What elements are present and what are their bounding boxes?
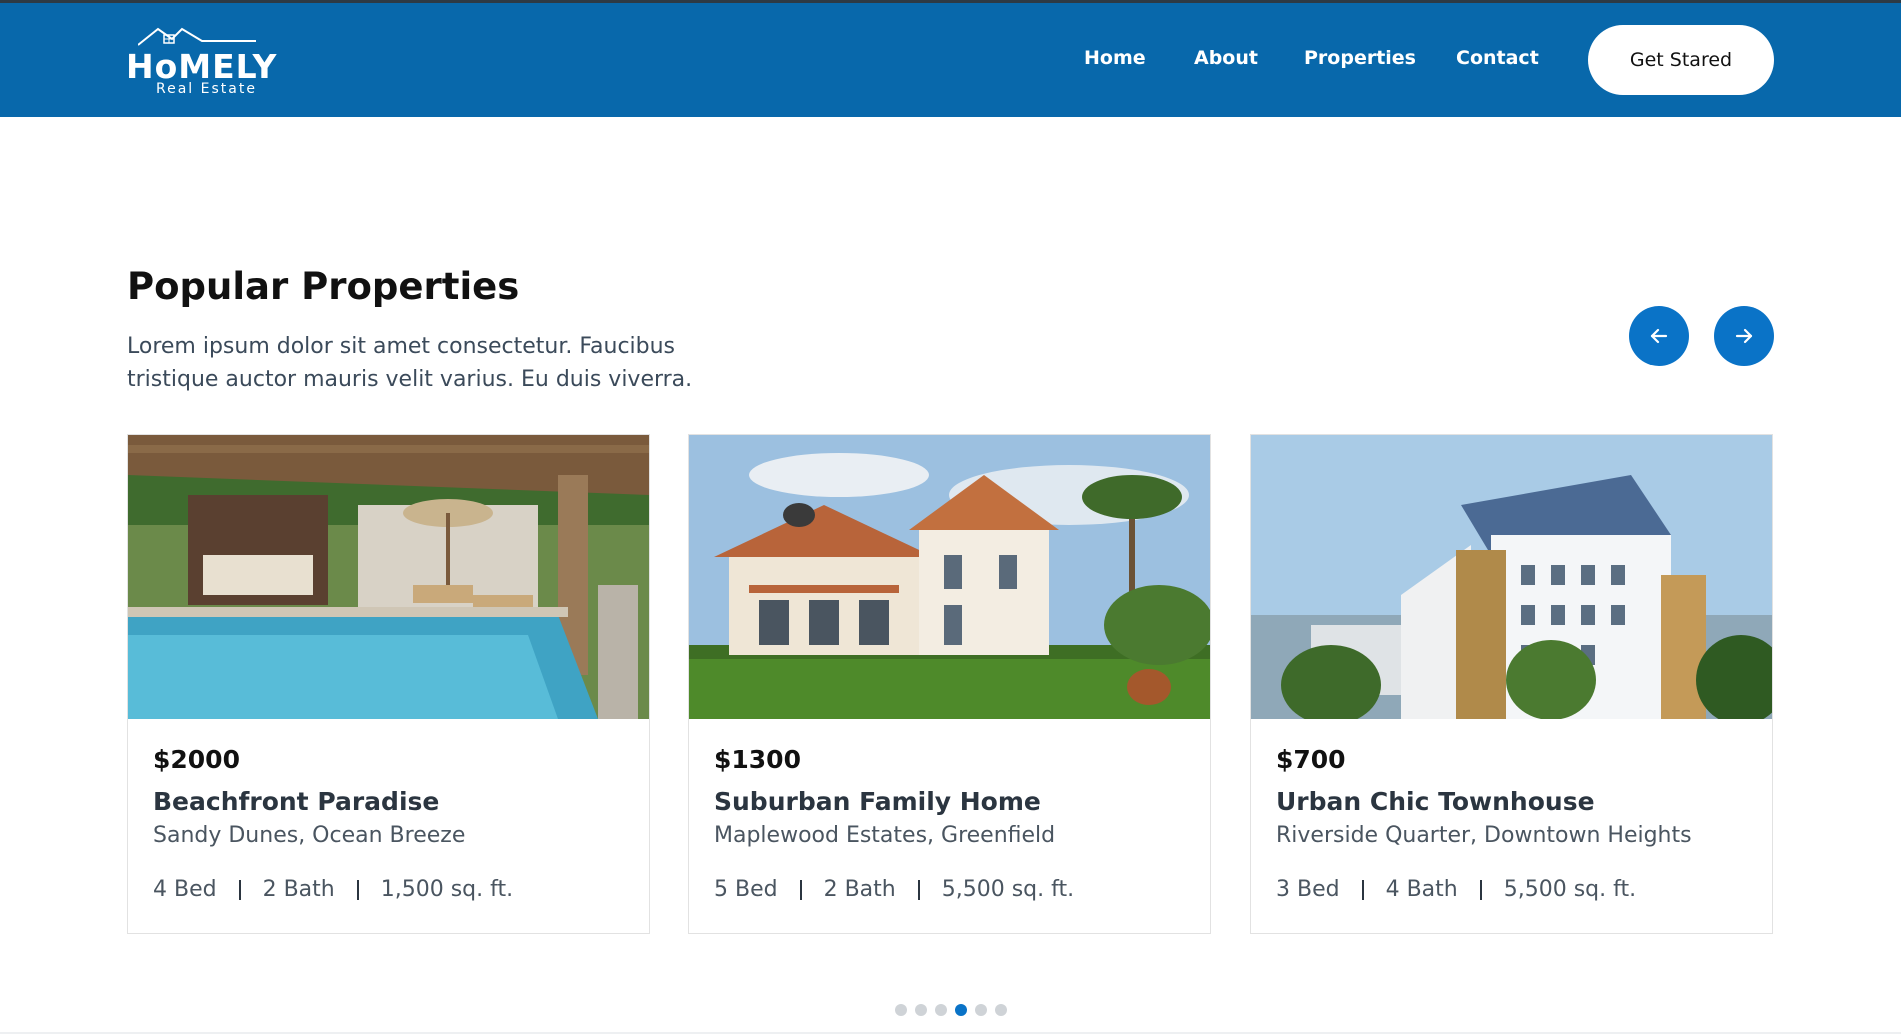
nav-link-contact[interactable]: Contact [1456,47,1539,69]
carousel-dot-5[interactable] [975,1004,987,1016]
property-card[interactable]: $700 Urban Chic Townhouse Riverside Quar… [1250,434,1773,934]
property-area: 5,500 sq. ft. [1503,877,1637,902]
spec-divider [1361,879,1364,900]
property-specs: 4 Bed 2 Bath 1,500 sq. ft. [153,877,513,902]
property-baths: 2 Bath [262,877,335,902]
property-area: 5,500 sq. ft. [941,877,1075,902]
spec-divider [799,879,802,900]
spec-divider [1479,879,1482,900]
carousel-dot-3[interactable] [935,1004,947,1016]
property-photo-pool-villa [128,435,649,719]
arrow-left-icon [1650,328,1668,344]
property-location: Maplewood Estates, Greenfield [714,823,1056,848]
property-price: $700 [1276,745,1346,774]
property-location: Sandy Dunes, Ocean Breeze [153,823,466,848]
carousel-pagination [895,1004,1007,1016]
arrow-right-icon [1735,328,1753,344]
brand-logo[interactable]: HoMELY Real Estate [126,21,276,101]
spec-divider [238,879,241,900]
nav-link-properties[interactable]: Properties [1304,47,1416,69]
nav-link-home[interactable]: Home [1084,47,1146,69]
property-beds: 5 Bed [714,877,778,902]
property-baths: 4 Bath [1385,877,1458,902]
carousel-dot-2[interactable] [915,1004,927,1016]
carousel-prev-button[interactable] [1629,306,1689,366]
spec-divider [917,879,920,900]
brand-tagline: Real Estate [156,81,257,97]
property-name[interactable]: Suburban Family Home [714,787,1041,816]
property-name[interactable]: Beachfront Paradise [153,787,439,816]
get-started-button[interactable]: Get Stared [1588,25,1774,95]
carousel-dot-4[interactable] [955,1004,967,1016]
property-card[interactable]: $2000 Beachfront Paradise Sandy Dunes, O… [127,434,650,934]
property-area: 1,500 sq. ft. [380,877,514,902]
property-name[interactable]: Urban Chic Townhouse [1276,787,1595,816]
nav-link-about[interactable]: About [1194,47,1258,69]
property-baths: 2 Bath [823,877,896,902]
spec-divider [356,879,359,900]
carousel-next-button[interactable] [1714,306,1774,366]
section-title: Popular Properties [127,265,520,308]
property-specs: 5 Bed 2 Bath 5,500 sq. ft. [714,877,1074,902]
property-beds: 3 Bed [1276,877,1340,902]
property-card[interactable]: $1300 Suburban Family Home Maplewood Est… [688,434,1211,934]
property-beds: 4 Bed [153,877,217,902]
site-header: HoMELY Real Estate Home About Properties… [0,3,1901,117]
property-location: Riverside Quarter, Downtown Heights [1276,823,1692,848]
property-photo-suburban-house [689,435,1210,719]
property-photo-townhouse [1251,435,1772,719]
section-description: Lorem ipsum dolor sit amet consectetur. … [127,334,693,392]
carousel-dot-1[interactable] [895,1004,907,1016]
carousel-dot-6[interactable] [995,1004,1007,1016]
property-specs: 3 Bed 4 Bath 5,500 sq. ft. [1276,877,1636,902]
property-price: $2000 [153,745,240,774]
property-price: $1300 [714,745,801,774]
